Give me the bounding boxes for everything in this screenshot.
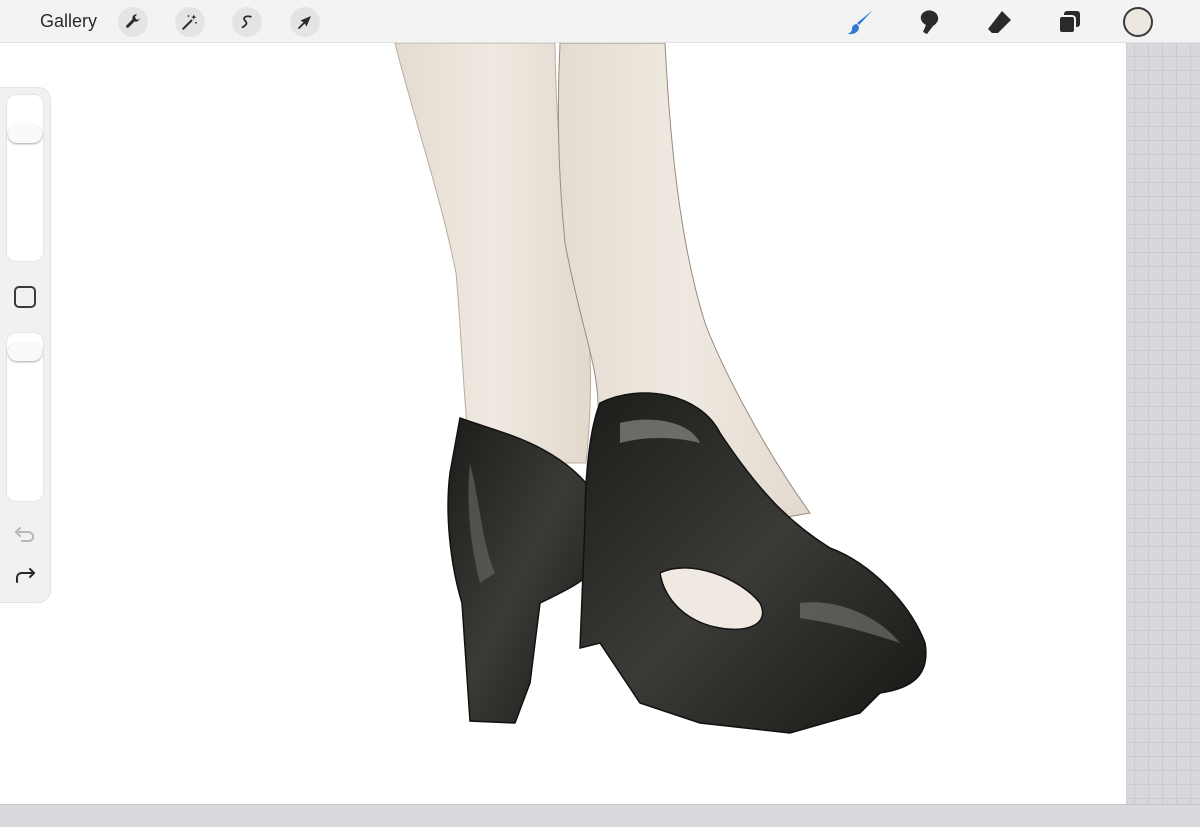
artwork <box>394 43 927 734</box>
brush-size-thumb[interactable] <box>8 125 42 144</box>
layers-button[interactable] <box>1053 6 1085 38</box>
transform-button[interactable] <box>290 7 320 37</box>
layers-icon <box>1058 11 1080 34</box>
top-toolbar: Gallery <box>0 0 1200 43</box>
smudge-icon <box>920 10 939 34</box>
eraser-tool-button[interactable] <box>983 6 1015 38</box>
wrench-icon <box>126 14 140 28</box>
brush-opacity-slider[interactable] <box>6 332 44 502</box>
selection-button[interactable] <box>232 7 262 37</box>
transform-arrow-icon <box>298 16 311 29</box>
adjustments-button[interactable] <box>175 7 205 37</box>
actions-button[interactable] <box>118 7 148 37</box>
eraser-icon <box>988 11 1011 33</box>
color-picker-button[interactable] <box>1123 7 1153 37</box>
undo-icon <box>15 527 35 542</box>
brush-icon <box>848 10 873 35</box>
undo-button[interactable] <box>12 522 38 546</box>
gallery-button[interactable]: Gallery <box>40 11 97 32</box>
redo-button[interactable] <box>12 563 38 587</box>
redo-icon <box>16 568 35 583</box>
modify-button[interactable] <box>14 286 36 308</box>
left-sidebar <box>0 88 50 602</box>
bottom-canvas-margin <box>0 804 1200 827</box>
paint-tool-button[interactable] <box>845 6 877 38</box>
brush-size-slider[interactable] <box>6 94 44 262</box>
procreate-app: Gallery <box>0 0 1200 827</box>
brush-opacity-thumb[interactable] <box>8 342 42 361</box>
drawing-canvas[interactable] <box>0 43 1127 804</box>
left-shoe <box>447 416 601 724</box>
magic-wand-icon <box>182 14 197 30</box>
smudge-tool-button[interactable] <box>914 6 946 38</box>
selection-icon <box>241 15 252 29</box>
